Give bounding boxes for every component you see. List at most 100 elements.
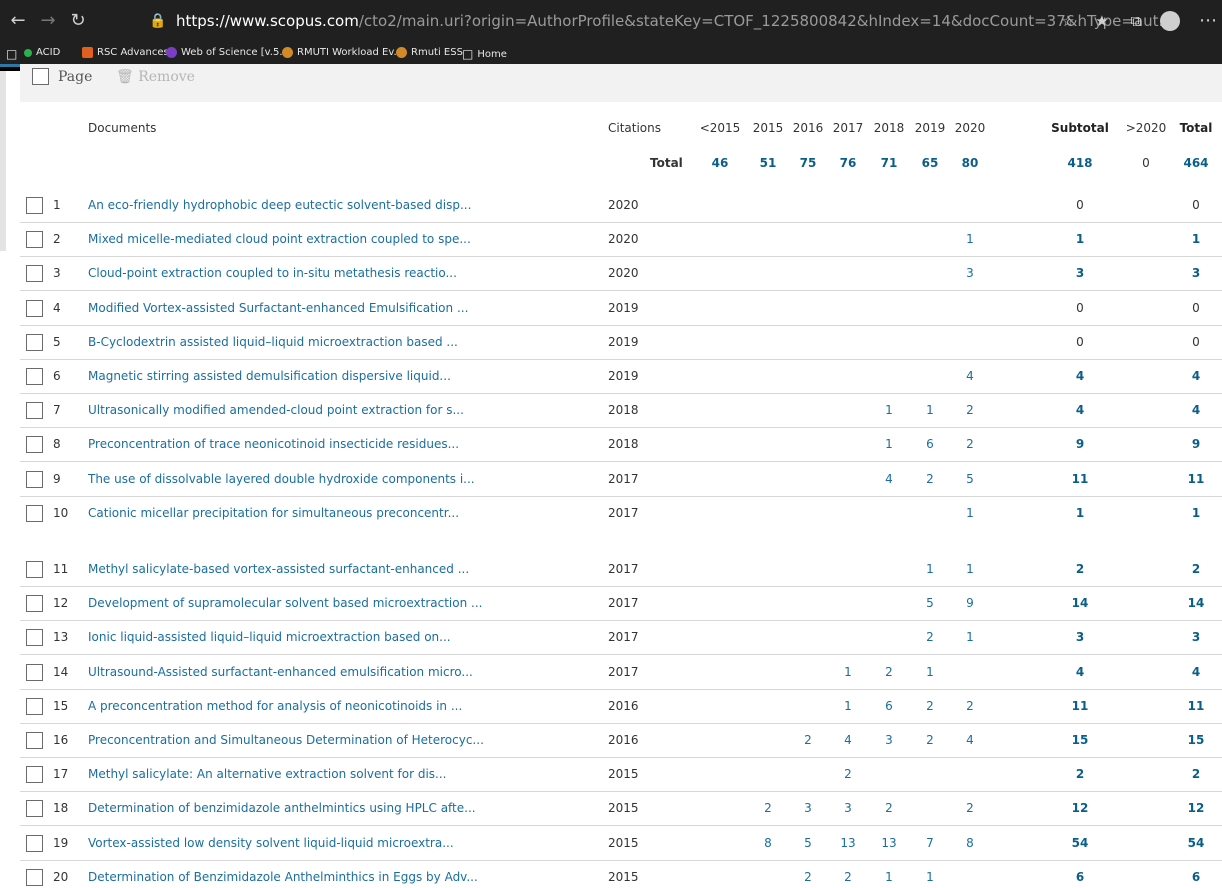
citation-count[interactable]: 2 <box>833 767 863 781</box>
row-checkbox[interactable] <box>26 505 43 522</box>
row-checkbox[interactable] <box>26 698 43 715</box>
citation-count[interactable]: 6 <box>874 699 904 713</box>
document-title-link[interactable]: Preconcentration of trace neonicotinoid … <box>88 437 459 451</box>
collections-icon[interactable]: ⧉ <box>1124 9 1148 33</box>
citation-count[interactable]: 2 <box>955 699 985 713</box>
address-bar[interactable]: https://www.scopus.com/cto2/main.uri?ori… <box>176 12 1173 30</box>
citation-count[interactable]: 3 <box>874 733 904 747</box>
header-citations[interactable]: Citations <box>608 121 661 135</box>
citation-count[interactable]: 2 <box>955 801 985 815</box>
citation-count[interactable]: 1 <box>874 437 904 451</box>
citation-count[interactable]: 1 <box>874 403 904 417</box>
profile-avatar-icon[interactable] <box>1160 11 1180 31</box>
row-checkbox[interactable] <box>26 368 43 385</box>
document-title-link[interactable]: The use of dissolvable layered double hy… <box>88 472 475 486</box>
document-title-link[interactable]: Cationic micellar precipitation for simu… <box>88 506 459 520</box>
bookmark-rmuti-workload[interactable]: RMUTI Workload Ev... <box>282 47 403 58</box>
citation-count[interactable]: 4 <box>955 369 985 383</box>
document-title-link[interactable]: Methyl salicylate-based vortex-assisted … <box>88 562 469 576</box>
citation-count[interactable]: 1 <box>915 562 945 576</box>
citation-count[interactable]: 13 <box>833 836 863 850</box>
citation-count[interactable]: 1 <box>955 630 985 644</box>
header-2020[interactable]: 2020 <box>940 121 1000 135</box>
citation-count[interactable]: 1 <box>915 870 945 884</box>
bookmark-web-of-science[interactable]: Web of Science [v.5... <box>166 47 289 58</box>
citation-count[interactable]: 7 <box>915 836 945 850</box>
forward-arrow-icon[interactable]: → <box>36 9 60 33</box>
document-title-link[interactable]: Cloud-point extraction coupled to in-sit… <box>88 266 457 280</box>
citation-count[interactable]: 8 <box>753 836 783 850</box>
row-checkbox[interactable] <box>26 300 43 317</box>
document-title-link[interactable]: Preconcentration and Simultaneous Determ… <box>88 733 484 747</box>
row-checkbox[interactable] <box>26 595 43 612</box>
document-title-link[interactable]: Ultrasonically modified amended-cloud po… <box>88 403 464 417</box>
document-title-link[interactable]: Determination of benzimidazole anthelmin… <box>88 801 476 815</box>
header-subtotal[interactable]: Subtotal <box>1050 121 1110 135</box>
favorite-star-icon[interactable]: ☆ <box>1056 9 1080 33</box>
citation-count[interactable]: 4 <box>874 472 904 486</box>
citation-count[interactable]: 1 <box>874 870 904 884</box>
citation-count[interactable]: 1 <box>955 506 985 520</box>
refresh-icon[interactable]: ↻ <box>66 9 90 33</box>
row-checkbox[interactable] <box>26 561 43 578</box>
document-title-link[interactable]: Magnetic stirring assisted demulsificati… <box>88 369 451 383</box>
citation-count[interactable]: 2 <box>833 870 863 884</box>
row-checkbox[interactable] <box>26 629 43 646</box>
row-checkbox[interactable] <box>26 766 43 783</box>
bookmark-rmuti-ess[interactable]: Rmuti ESS <box>396 47 463 58</box>
citation-count[interactable]: 1 <box>833 699 863 713</box>
citation-count[interactable]: 13 <box>874 836 904 850</box>
citation-count[interactable]: 2 <box>915 733 945 747</box>
row-checkbox[interactable] <box>26 265 43 282</box>
citation-count[interactable]: 2 <box>793 870 823 884</box>
document-title-link[interactable]: Ultrasound-Assisted surfactant-enhanced … <box>88 665 473 679</box>
row-checkbox[interactable] <box>26 231 43 248</box>
document-title-link[interactable]: Methyl salicylate: An alternative extrac… <box>88 767 447 781</box>
row-checkbox[interactable] <box>26 334 43 351</box>
citation-count[interactable]: 2 <box>915 699 945 713</box>
citation-count[interactable]: 5 <box>955 472 985 486</box>
row-checkbox[interactable] <box>26 835 43 852</box>
row-checkbox[interactable] <box>26 402 43 419</box>
citation-count[interactable]: 1 <box>915 403 945 417</box>
header-total[interactable]: Total <box>1166 121 1222 135</box>
citation-count[interactable]: 3 <box>833 801 863 815</box>
bookmark-home[interactable]: □ Home <box>462 47 507 61</box>
citation-count[interactable]: 5 <box>915 596 945 610</box>
citation-count[interactable]: 2 <box>955 403 985 417</box>
document-title-link[interactable]: Ionic liquid-assisted liquid–liquid micr… <box>88 630 451 644</box>
favorites-list-icon[interactable]: ★ <box>1090 9 1114 33</box>
row-checkbox[interactable] <box>26 664 43 681</box>
row-checkbox[interactable] <box>26 197 43 214</box>
document-title-link[interactable]: Determination of Benzimidazole Anthelmin… <box>88 870 478 884</box>
citation-count[interactable]: 1 <box>833 665 863 679</box>
citation-count[interactable]: 2 <box>874 665 904 679</box>
bookmark-acid[interactable]: ACID <box>24 47 60 58</box>
row-checkbox[interactable] <box>26 471 43 488</box>
document-title-link[interactable]: A preconcentration method for analysis o… <box>88 699 462 713</box>
citation-count[interactable]: 2 <box>955 437 985 451</box>
remove-button[interactable]: 🗑 Remove <box>116 69 195 85</box>
citation-count[interactable]: 1 <box>915 665 945 679</box>
page-select-checkbox[interactable] <box>32 68 49 85</box>
row-checkbox[interactable] <box>26 436 43 453</box>
citation-count[interactable]: 5 <box>793 836 823 850</box>
bookmark-rsc-advances[interactable]: RSC Advances <box>82 47 169 58</box>
document-title-link[interactable]: B-Cyclodextrin assisted liquid–liquid mi… <box>88 335 458 349</box>
document-title-link[interactable]: Vortex-assisted low density solvent liqu… <box>88 836 454 850</box>
citation-count[interactable]: 2 <box>915 472 945 486</box>
citation-count[interactable]: 1 <box>955 232 985 246</box>
scrollbar-track[interactable] <box>0 71 6 251</box>
row-checkbox[interactable] <box>26 800 43 817</box>
document-title-link[interactable]: Mixed micelle-mediated cloud point extra… <box>88 232 471 246</box>
citation-count[interactable]: 9 <box>955 596 985 610</box>
document-title-link[interactable]: Modified Vortex-assisted Surfactant-enha… <box>88 301 468 315</box>
back-arrow-icon[interactable]: ← <box>6 9 30 33</box>
citation-count[interactable]: 4 <box>833 733 863 747</box>
citation-count[interactable]: 2 <box>753 801 783 815</box>
header-documents[interactable]: Documents <box>88 121 156 135</box>
citation-count[interactable]: 3 <box>955 266 985 280</box>
citation-count[interactable]: 8 <box>955 836 985 850</box>
bookmark-page-icon[interactable]: □ <box>6 47 17 61</box>
citation-count[interactable]: 2 <box>915 630 945 644</box>
